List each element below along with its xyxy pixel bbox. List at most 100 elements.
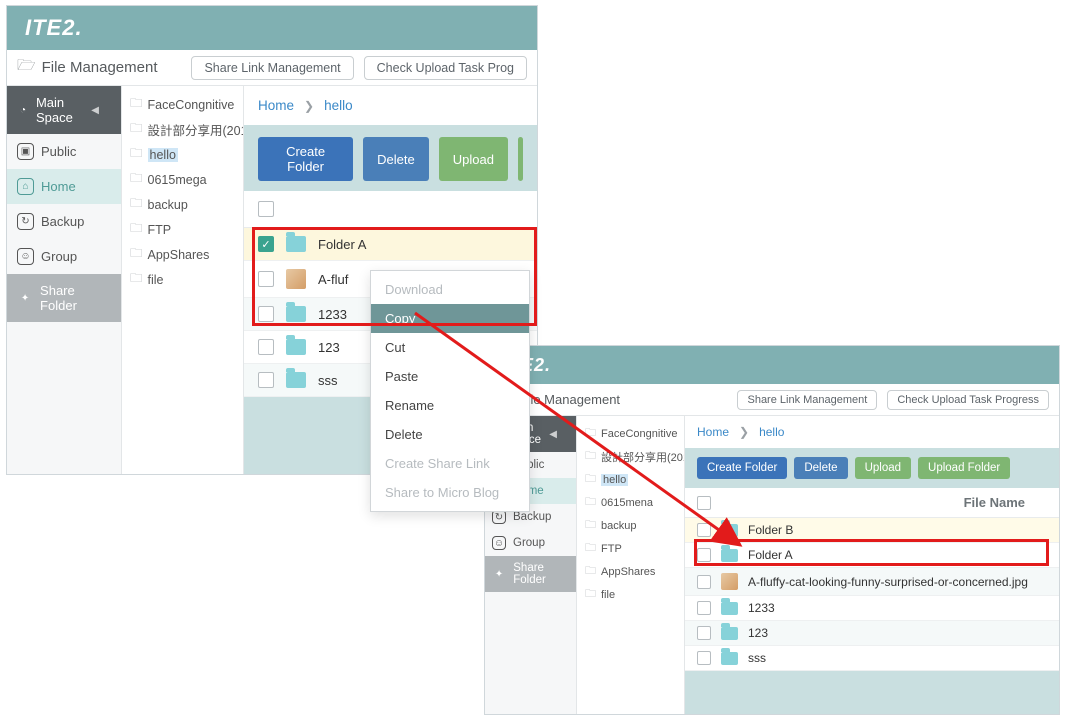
crumb-current[interactable]: hello <box>324 98 353 113</box>
upload-button[interactable]: Upload <box>439 137 508 181</box>
crumb-home[interactable]: Home <box>258 98 294 113</box>
file-name: Folder A <box>748 548 793 562</box>
upload-button[interactable]: Upload <box>855 457 911 479</box>
tree-item-label: FaceCongnitive <box>148 98 235 112</box>
create-folder-button[interactable]: Create Folder <box>258 137 353 181</box>
table-row[interactable]: sss <box>685 646 1059 671</box>
delete-button[interactable]: Delete <box>363 137 429 181</box>
sidebar-item-share-folder[interactable]: ✦ Share Folder <box>485 556 576 592</box>
pie-chart-icon: ◔ <box>17 102 29 119</box>
table-row[interactable]: Folder A <box>685 543 1059 568</box>
create-folder-button[interactable]: Create Folder <box>697 457 787 479</box>
ctx-download: Download <box>371 275 529 304</box>
upload-folder-button[interactable]: Upload Folder <box>918 457 1010 479</box>
tree-item[interactable]: 🗀FaceCongnitive <box>583 422 680 445</box>
column-header-filename[interactable]: File Name <box>964 495 1025 510</box>
tree-item[interactable]: 🗀0615mena <box>583 491 680 514</box>
upload-folder-button-truncated[interactable] <box>518 137 523 181</box>
chevron-right-icon: ❯ <box>304 99 314 113</box>
file-name: 123 <box>318 340 340 355</box>
ctx-delete[interactable]: Delete <box>371 420 529 449</box>
topbar: ITE2 <box>485 346 1059 384</box>
sidebar-item-group[interactable]: ☺ Group <box>7 239 121 274</box>
share-icon: ✦ <box>17 290 33 307</box>
file-name: sss <box>318 373 338 388</box>
row-checkbox[interactable] <box>258 372 274 388</box>
file-management-text: File Management <box>42 59 158 76</box>
tree-item[interactable]: 🗀 backup <box>128 192 239 217</box>
toolbar: 🗁 File Management Share Link Management … <box>7 50 537 86</box>
table-row[interactable]: 1233 <box>685 596 1059 621</box>
folder-tree: 🗀FaceCongnitive🗀設計部分享用(201808🗀hello🗀0615… <box>122 86 244 474</box>
table-row[interactable]: 123 <box>685 621 1059 646</box>
tree-item[interactable]: 🗀hello <box>128 142 239 167</box>
table-row[interactable]: A-fluffy-cat-looking-funny-surprised-or-… <box>685 568 1059 596</box>
tree-item[interactable]: 🗀0615mega <box>128 167 239 192</box>
tree-item[interactable]: 🗀 FTP <box>583 537 680 560</box>
folder-icon: 🗀 <box>585 585 596 604</box>
delete-button[interactable]: Delete <box>794 457 847 479</box>
crumb-current[interactable]: hello <box>759 425 784 439</box>
table-row[interactable]: Folder B <box>685 518 1059 543</box>
sidebar-item-backup[interactable]: ↻ Backup <box>7 204 121 239</box>
tree-item[interactable]: 🗀FTP <box>128 217 239 242</box>
sidebar-item-main-space[interactable]: ◔ Main Space ◀ <box>7 86 121 134</box>
row-checkbox[interactable] <box>258 339 274 355</box>
row-checkbox[interactable] <box>697 626 711 640</box>
check-upload-progress-button[interactable]: Check Upload Task Progress <box>887 390 1049 410</box>
row-checkbox[interactable]: ✓ <box>258 236 274 252</box>
tree-item-label: AppShares <box>601 566 655 578</box>
action-row: Create Folder Delete Upload <box>244 125 537 191</box>
row-checkbox[interactable] <box>697 548 711 562</box>
tree-item-label: FTP <box>601 543 622 555</box>
row-checkbox[interactable] <box>258 271 274 287</box>
tree-item[interactable]: 🗀file <box>128 267 239 292</box>
tree-item[interactable]: 🗀file <box>583 583 680 606</box>
ctx-rename[interactable]: Rename <box>371 391 529 420</box>
sidebar: ◔ Main Space ◀ ▣ Public ⌂ Home ↻ Backup … <box>7 86 122 474</box>
list-header: File Name <box>685 488 1059 518</box>
sidebar-item-share-folder[interactable]: ✦ Share Folder <box>7 274 121 322</box>
ctx-copy[interactable]: Copy <box>371 304 529 333</box>
row-checkbox[interactable] <box>258 306 274 322</box>
tree-item[interactable]: 🗀 AppShares <box>583 560 680 583</box>
check-upload-progress-button[interactable]: Check Upload Task Prog <box>364 56 527 80</box>
sidebar-label: Group <box>41 249 77 264</box>
crumb-home[interactable]: Home <box>697 425 729 439</box>
folder-icon: 🗀 <box>130 194 143 215</box>
row-checkbox[interactable] <box>697 651 711 665</box>
row-checkbox[interactable] <box>697 575 711 589</box>
tree-item-label: backup <box>148 198 188 212</box>
folder-icon <box>721 524 738 537</box>
file-name: Folder B <box>748 523 793 537</box>
tree-item[interactable]: 🗀backup <box>583 514 680 537</box>
share-link-management-button[interactable]: Share Link Management <box>737 390 877 410</box>
app-window-2: ITE2 🗁 File Management Share Link Manage… <box>484 345 1060 715</box>
select-all-checkbox[interactable] <box>258 201 274 217</box>
sidebar-item-public[interactable]: ▣ Public <box>7 134 121 169</box>
tree-item[interactable]: 🗀AppShares <box>128 242 239 267</box>
folder-icon <box>721 602 738 615</box>
folder-icon: 🗀 <box>585 539 596 558</box>
ctx-paste[interactable]: Paste <box>371 362 529 391</box>
file-name: 1233 <box>318 307 347 322</box>
share-link-management-button[interactable]: Share Link Management <box>191 56 353 80</box>
select-all-checkbox[interactable] <box>697 496 711 510</box>
tree-item[interactable]: 🗀FaceCongnitive <box>128 92 239 117</box>
sidebar-item-group[interactable]: ☺ Group <box>485 530 576 556</box>
image-thumbnail-icon <box>286 269 306 289</box>
tree-item[interactable]: 🗀設計部分享用(201808 <box>583 445 680 468</box>
group-icon: ☺ <box>492 536 506 550</box>
tree-item[interactable]: 🗀設計部分享用(201808 <box>128 117 239 142</box>
row-checkbox[interactable] <box>697 601 711 615</box>
folder-icon: 🗀 <box>130 169 143 190</box>
folder-icon: 🗀 <box>585 562 596 581</box>
ctx-cut[interactable]: Cut <box>371 333 529 362</box>
row-checkbox[interactable] <box>697 523 711 537</box>
tree-item[interactable]: 🗀hello <box>583 468 680 491</box>
tree-item-label: FTP <box>148 223 172 237</box>
table-row[interactable]: ✓Folder A <box>244 228 537 261</box>
folder-icon: 🗀 <box>585 470 596 489</box>
sidebar-item-home[interactable]: ⌂ Home <box>7 169 121 204</box>
tree-item-label: 0615mena <box>601 497 653 509</box>
